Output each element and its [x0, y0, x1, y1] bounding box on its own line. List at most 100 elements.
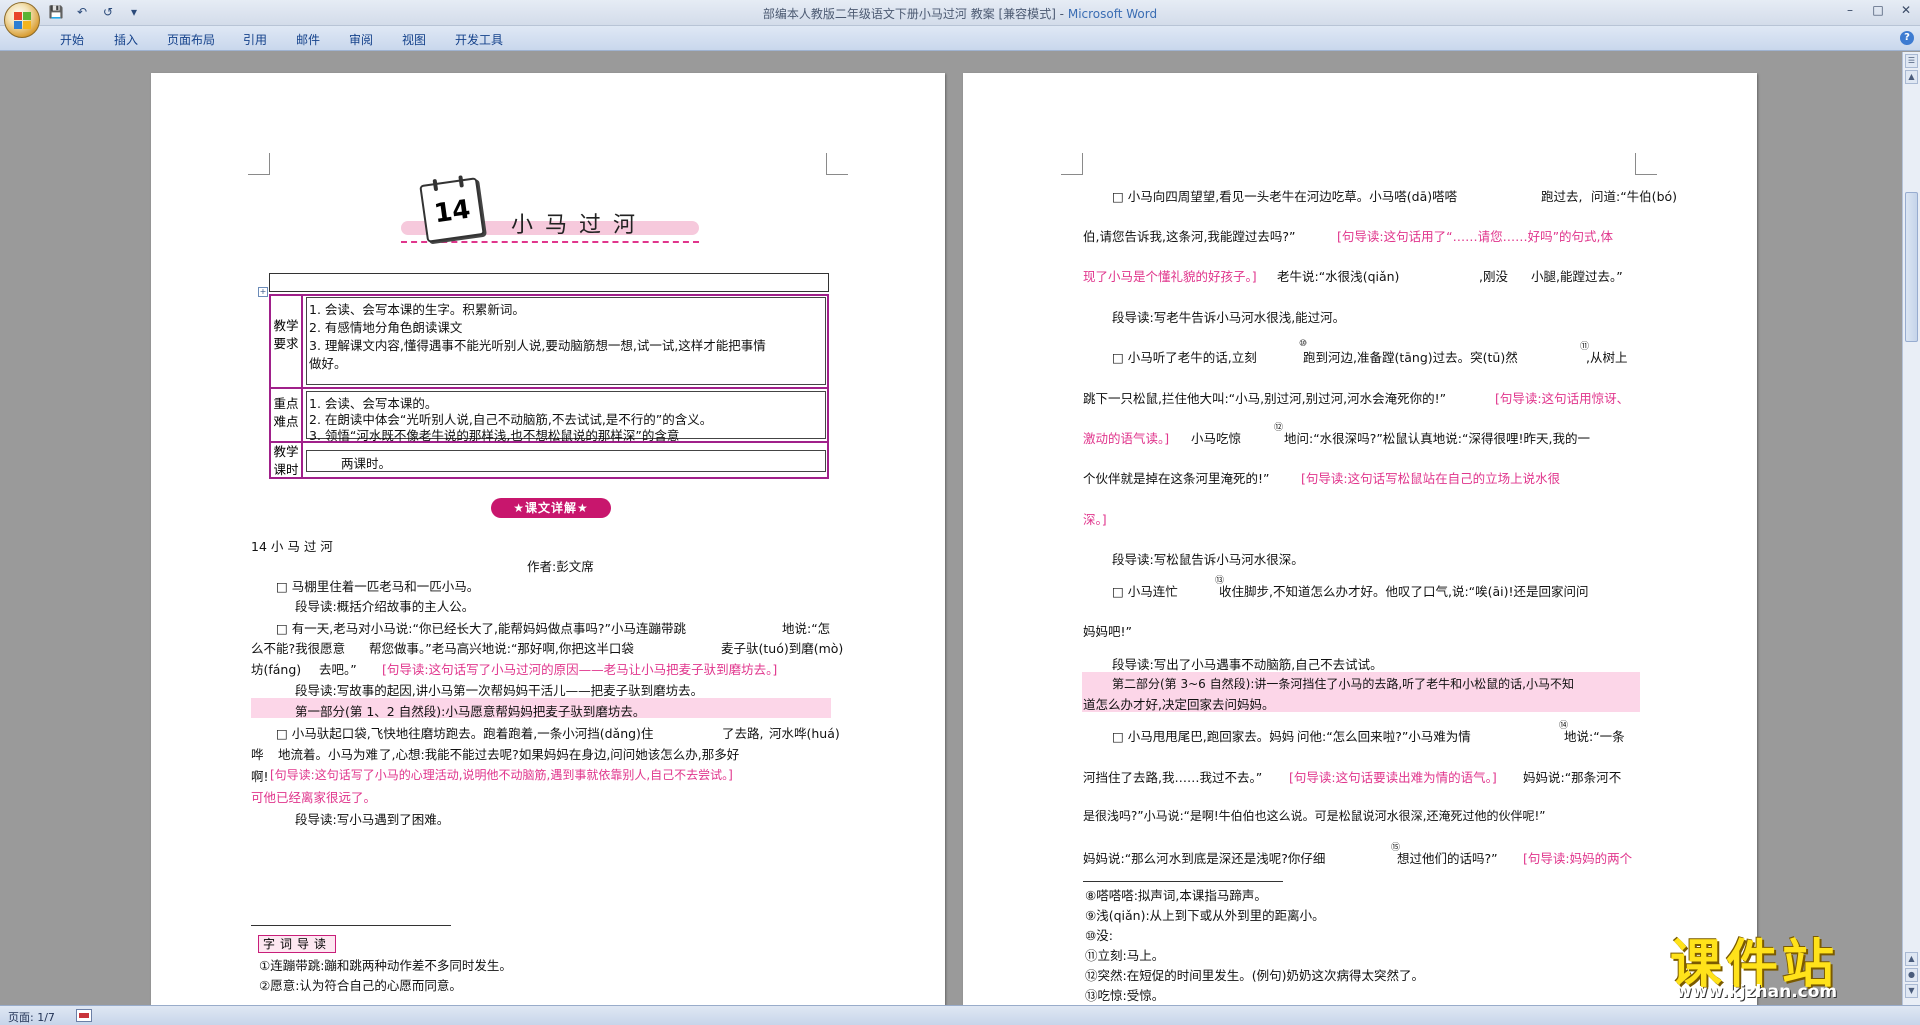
body-line: 哗: [251, 747, 264, 762]
body-line: 麦子驮(tuó)到磨(mò): [721, 641, 844, 656]
section-summary: 第一部分(第 1、2 自然段):小马愿意帮妈妈把麦子驮到磨坊去。: [295, 704, 646, 719]
tab-developer[interactable]: 开发工具: [455, 31, 503, 48]
body-line: 地说:“一条: [1564, 729, 1625, 744]
page-2[interactable]: □ 小马向四周望望,看见一头老牛在河边吃草。小马嗒(dā)嗒嗒 跑过去, 问道:…: [963, 73, 1757, 1013]
body-line: 地问:“水很深吗?”松鼠认真地说:“深得很哩!昨天,我的一: [1284, 431, 1590, 446]
note-ref: ⑮: [1391, 843, 1401, 853]
page-1[interactable]: 14 小马过河 + 教学 要求 1. 会读、会写本课的生字。积累新词。 2. 有感…: [151, 73, 945, 1013]
tab-view[interactable]: 视图: [402, 31, 426, 48]
guide-note: 激动的语气读。]: [1083, 431, 1170, 446]
ruler-toggle-icon[interactable]: ☰: [1905, 54, 1918, 68]
margin-corner-mark: [826, 153, 848, 175]
body-line: 段导读:概括介绍故事的主人公。: [295, 599, 475, 614]
body-line: □ 小马驮起口袋,飞快地往磨坊跑去。跑着跑着,一条小河挡(dǎng)住: [276, 726, 654, 741]
body-line: 跑到河边,准备蹚(tāng)过去。突(tū)然: [1303, 350, 1518, 365]
body-line: 段导读:写出了小马遇事不动脑筋,自己不去试试。: [1112, 657, 1383, 672]
body-line: 段导读:写松鼠告诉小马河水很深。: [1112, 552, 1304, 567]
guide-note: [句导读:这句话用了“……请您……好吗”的句式,体: [1337, 229, 1614, 244]
tab-mailings[interactable]: 邮件: [296, 31, 320, 48]
margin-corner-mark: [1635, 153, 1657, 175]
help-icon[interactable]: ?: [1900, 31, 1914, 45]
body-line: 伯,请您告诉我,这条河,我能蹚过去吗?”: [1083, 229, 1296, 244]
tab-home[interactable]: 开始: [60, 31, 84, 48]
calendar-icon: 14: [419, 175, 485, 243]
body-line: 帮您做事。”老马高兴地说:“那好啊,你把这半口袋: [369, 641, 634, 656]
guide-note: 可他已经离家很远了。: [251, 790, 377, 805]
next-page-icon[interactable]: ▼: [1905, 984, 1918, 998]
table-item: 做好。: [309, 356, 347, 371]
body-line: 妈妈吧!”: [1083, 624, 1132, 639]
body-line: 地流着。小马为难: [278, 747, 379, 762]
body-line: □ 小马甩甩尾巴,跑回家去。妈妈: [1112, 729, 1295, 744]
window-controls: – □ ✕: [1836, 0, 1920, 20]
margin-corner-mark: [248, 153, 270, 175]
body-line: 小腿,能蹚过去。”: [1531, 269, 1623, 284]
browse-object-icon[interactable]: ●: [1905, 968, 1918, 982]
body-line: 地说:“怎: [782, 621, 831, 636]
vertical-scrollbar[interactable]: ☰ ▲ ▲ ● ▼: [1902, 52, 1920, 1005]
footnote-separator: [1083, 881, 1283, 882]
ribbon-tabs: 开始 插入 页面布局 引用 邮件 审阅 视图 开发工具 ?: [0, 26, 1920, 51]
office-logo-icon: [14, 12, 32, 30]
word-guide-label: 字词导读: [258, 935, 337, 953]
guide-note: [句导读:这句话要读出难为情的语气。]: [1289, 770, 1497, 785]
footnote: ⑫突然:在短促的时间里发生。(例句)奶奶这次病得太突然了。: [1085, 968, 1424, 983]
previous-page-icon[interactable]: ▲: [1905, 952, 1918, 966]
minimize-icon[interactable]: –: [1836, 0, 1864, 20]
body-line: 坊(fáng): [251, 662, 302, 677]
text-title: 14 小 马 过 河: [251, 539, 333, 554]
footnote: ⑧嗒嗒嗒:拟声词,本课指马蹄声。: [1085, 888, 1267, 903]
maximize-icon[interactable]: □: [1864, 0, 1892, 20]
footnote: ⑩没:: [1085, 928, 1113, 943]
tab-page-layout[interactable]: 页面布局: [167, 31, 215, 48]
tab-insert[interactable]: 插入: [114, 31, 138, 48]
body-line: 啊!: [251, 769, 269, 784]
footnote: ⑪立刻:马上。: [1085, 948, 1165, 963]
window-title: 部编本人教版二年级语文下册小马过河 教案 [兼容模式] - Microsoft …: [0, 5, 1920, 22]
lesson-title: 小马过河: [511, 213, 648, 238]
body-line: 河挡住了去路,我……我过不去。”: [1083, 770, 1263, 785]
row-head: 教学 要求: [273, 318, 299, 351]
guide-note: [句导读:这句话写松鼠站在自己的立场上说水很: [1301, 471, 1561, 486]
status-bar: 页面: 1/7: [0, 1005, 1920, 1025]
table-item: 两课时。: [341, 456, 392, 471]
body-line: 是很浅吗?”小马说:“是啊!牛伯伯也这么说。可是松鼠说河水很深,还淹死过他的伙伴…: [1083, 809, 1546, 823]
close-icon[interactable]: ✕: [1892, 0, 1920, 20]
table-item: 3. 领悟“河水既不像老牛说的那样浅,也不想松鼠说的那样深”的含意: [309, 428, 680, 443]
text-author: 作者:彭文席: [527, 559, 594, 574]
table-border: [269, 477, 829, 479]
body-line: 小马吃惊: [1191, 431, 1242, 446]
section-summary: 道怎么办才好,决定回家去问妈妈。: [1083, 697, 1275, 712]
body-line: 妈妈说:“那么河水到底是深还是浅呢?你仔细: [1083, 851, 1326, 866]
tab-review[interactable]: 审阅: [349, 31, 373, 48]
note-ref: ⑬: [1215, 576, 1225, 586]
body-line: 河水哗(huá): [769, 726, 840, 741]
body-line: 去吧。”: [319, 662, 357, 677]
body-line: 问道:“牛伯(bó): [1591, 189, 1678, 204]
body-line: 么不能?我很愿意: [251, 641, 346, 656]
body-line: □ 小马连忙: [1112, 584, 1178, 599]
table-move-icon[interactable]: +: [258, 287, 268, 297]
section-summary: 第二部分(第 3~6 自然段):讲一条河挡住了小马的去路,听了老牛和小松鼠的话,…: [1112, 677, 1574, 691]
title-bar: 💾 ↶ ↺ ▾ 部编本人教版二年级语文下册小马过河 教案 [兼容模式] - Mi…: [0, 0, 1920, 38]
scroll-thumb[interactable]: [1905, 192, 1918, 342]
body-line: 想过他们的话吗?”: [1397, 851, 1498, 866]
note-ref: ⑩: [1299, 339, 1308, 349]
guide-note: 现了小马是个懂礼貌的好孩子。]: [1083, 269, 1257, 284]
proofing-icon[interactable]: [76, 1009, 92, 1022]
body-line: □ 小马向四周望望,看见一头老牛在河边吃草。小马嗒(dā)嗒嗒: [1112, 189, 1458, 204]
body-line: □ 马棚里住着一匹老马和一匹小马。: [276, 579, 480, 594]
note-ref: ⑭: [1559, 721, 1569, 731]
body-line: 段导读:写老牛告诉小马河水很浅,能过河。: [1112, 310, 1346, 325]
office-button[interactable]: [4, 2, 40, 38]
body-line: ,从树上: [1586, 350, 1628, 365]
scroll-up-icon[interactable]: ▲: [1905, 70, 1918, 84]
table-border: [827, 294, 829, 478]
note-ref: ⑪: [1580, 342, 1590, 352]
tab-references[interactable]: 引用: [243, 31, 267, 48]
page-indicator[interactable]: 页面: 1/7: [8, 1009, 55, 1025]
body-line: 段导读:写小马遇到了困难。: [295, 812, 450, 827]
guide-note: [句导读:妈妈的两个: [1523, 851, 1633, 866]
footnote: ①连蹦带跳:蹦和跳两种动作差不多同时发生。: [259, 958, 512, 973]
body-line: ,刚没: [1479, 269, 1508, 284]
